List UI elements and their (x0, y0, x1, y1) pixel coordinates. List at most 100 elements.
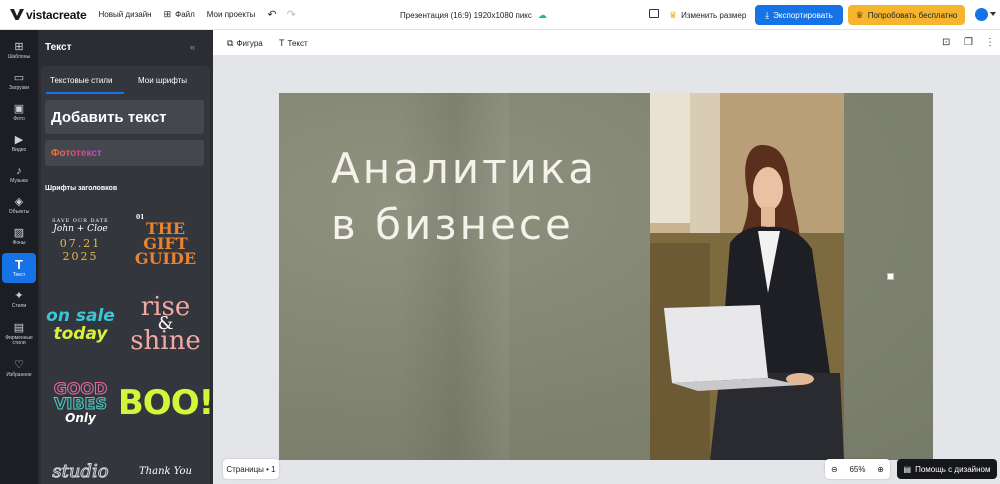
font-template-studio[interactable]: studio (43, 458, 118, 484)
image-icon: ▣ (13, 102, 25, 115)
pages-button[interactable]: Страницы • 1 (223, 459, 279, 479)
slide-headline[interactable]: Аналитика в бизнесе (331, 141, 597, 253)
woman-laptop-photo[interactable] (650, 93, 844, 460)
thumb-text: John + Cloe (53, 223, 108, 234)
design-help-label: Помощь с дизайном (915, 464, 991, 474)
video-icon: ▶ (14, 133, 24, 146)
slide-canvas[interactable]: Аналитика в бизнесе (279, 93, 933, 460)
rail-item-objects[interactable]: ◈ Объекты (2, 190, 36, 220)
rail-item-templates[interactable]: ⊞ Шаблоны (2, 35, 36, 65)
more-icon[interactable]: ⋮ (985, 37, 995, 48)
undo-icon[interactable]: ↶ (267, 8, 276, 21)
redo-icon[interactable]: ↷ (287, 8, 296, 21)
new-design-button[interactable]: Новый дизайн (99, 10, 152, 19)
thumb-text: GUIDE (134, 248, 197, 268)
thumb-text: 2025 (62, 249, 99, 263)
font-template-good-vibes[interactable]: GOOD VIBES Only (43, 376, 118, 430)
rail-label: Избранное (6, 371, 32, 378)
templates-icon: ⊞ (14, 40, 24, 53)
cloud-saved-icon: ☁ (537, 10, 547, 20)
logo-mark-icon (10, 9, 24, 20)
avatar[interactable] (975, 8, 988, 21)
add-page-icon[interactable]: ⊡ (942, 37, 950, 48)
resize-label: Изменить размер (681, 11, 747, 20)
my-projects-button[interactable]: Мои проекты (207, 10, 256, 19)
file-menu-label: Файл (175, 10, 195, 19)
vistacreate-logo[interactable]: vistacreate (10, 8, 87, 22)
rail-label: Стили (11, 302, 27, 309)
photo-text-button[interactable]: Фототекст (45, 140, 204, 166)
rail-item-music[interactable]: ♪ Музыка (2, 159, 36, 189)
rail-item-brand-kits[interactable]: ▤ Фирменные стили (2, 317, 36, 351)
rail-item-uploads[interactable]: ▭ Загрузки (2, 66, 36, 96)
tab-my-fonts[interactable]: Мои шрифты (138, 76, 187, 85)
add-text-toolbar-button[interactable]: T Текст (279, 38, 308, 48)
rail-label: Шаблоны (7, 53, 31, 60)
font-template-boo[interactable]: BOO! (118, 376, 214, 430)
rail-item-text[interactable]: T Текст (2, 253, 36, 283)
rail-item-video[interactable]: ▶ Видео (2, 128, 36, 158)
font-template-on-sale[interactable]: on sale today (43, 295, 118, 355)
headline-line-2: в бизнесе (331, 200, 574, 249)
briefcase-icon: ▤ (13, 322, 25, 334)
font-template-gift-guide[interactable]: 01 THE GIFT GUIDE (128, 206, 203, 274)
rail-label: Видео (11, 146, 27, 153)
text-panel: Текст « Текстовые стили Мои шрифты Добав… (38, 30, 214, 484)
headline-line-1: Аналитика (331, 144, 597, 193)
thumb-text: VIBES (54, 393, 108, 413)
document-title[interactable]: Презентация (16:9) 1920x1080 пикс ☁ (400, 10, 547, 21)
rail-label: Фоны (12, 239, 26, 246)
zoom-value: 65% (849, 464, 866, 474)
crown-icon: ♛ (669, 10, 678, 20)
folder-icon: ▭ (13, 71, 25, 84)
rail-label: Текст (12, 271, 26, 278)
thumb-text: 07.21 (59, 236, 102, 250)
preview-icon[interactable] (649, 9, 659, 18)
add-text-button[interactable]: Добавить текст (45, 100, 204, 134)
thumb-text: on sale (46, 306, 115, 326)
resize-button[interactable]: ♛ Изменить размер (669, 10, 746, 21)
shape-label: Фигура (236, 39, 263, 48)
thumb-text: studio (52, 460, 109, 482)
rail-label: Фото (13, 115, 25, 122)
active-tab-indicator (46, 92, 124, 94)
rail-item-backgrounds[interactable]: ▨ Фоны (2, 221, 36, 251)
duplicate-icon[interactable]: ❐ (964, 37, 973, 48)
font-template-rise-shine[interactable]: rise & shine (128, 284, 203, 364)
music-note-icon: ♪ (16, 164, 22, 177)
export-label: Экспортировать (773, 10, 833, 20)
try-free-button[interactable]: ♛ Попробовать бесплатно (848, 5, 965, 25)
design-help-button[interactable]: ▤ Помощь с дизайном (897, 459, 997, 479)
pattern-icon: ▨ (13, 226, 25, 239)
tab-text-styles[interactable]: Текстовые стили (50, 76, 112, 85)
text-label: Текст (287, 38, 308, 48)
collapse-panel-icon[interactable]: « (190, 42, 195, 52)
chevron-down-icon[interactable] (990, 12, 996, 16)
thumb-text: Only (65, 410, 96, 425)
thumb-text: Thank You (139, 465, 192, 477)
grid-icon: ⊞ (163, 9, 172, 19)
photo-text-label: Фототекст (51, 147, 102, 159)
download-icon: ⤓ (765, 9, 770, 20)
thumb-text: shine (130, 326, 201, 356)
zoom-control: ⊖ 65% ⊕ (825, 459, 890, 479)
heart-icon: ♡ (14, 358, 24, 371)
shape-button[interactable]: ⧉ Фигура (227, 38, 263, 49)
rail-label: Загрузки (8, 84, 30, 91)
top-bar: vistacreate Новый дизайн ⊞ Файл Мои прое… (0, 0, 1000, 30)
zoom-out-icon[interactable]: ⊖ (831, 465, 838, 474)
font-template-save-date[interactable]: SAVE OUR DATE John + Cloe 07.21 2025 (43, 208, 118, 272)
file-menu-button[interactable]: ⊞ Файл (164, 9, 195, 20)
export-button[interactable]: ⤓ Экспортировать (755, 5, 843, 25)
rail-item-favorites[interactable]: ♡ Избранное (2, 353, 36, 383)
rail-item-styles[interactable]: ✦ Стили (2, 284, 36, 314)
zoom-in-icon[interactable]: ⊕ (877, 465, 884, 474)
thumb-text: 01 (136, 213, 145, 221)
resize-handle[interactable] (887, 273, 894, 280)
rail-label: Объекты (8, 208, 30, 215)
crown-icon: ♛ (855, 9, 864, 20)
rail-item-photos[interactable]: ▣ Фото (2, 97, 36, 127)
font-template-thank-you[interactable]: Thank You (128, 458, 203, 484)
try-free-label: Попробовать бесплатно (867, 10, 958, 20)
my-projects-label: Мои проекты (206, 10, 256, 19)
